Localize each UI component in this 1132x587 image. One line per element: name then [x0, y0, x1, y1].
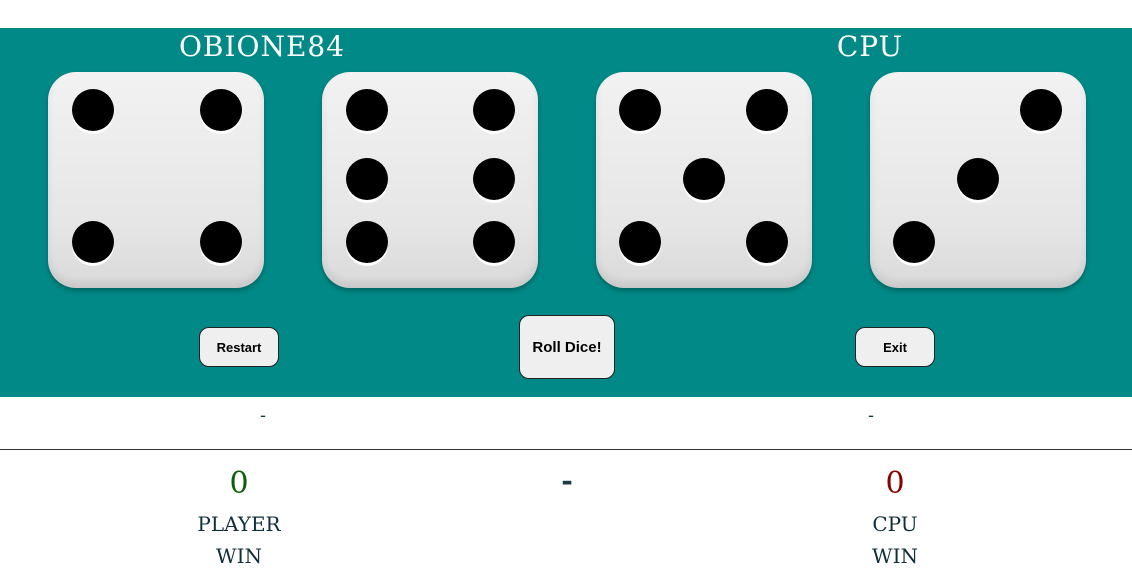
- player-name: OBIONE84: [178, 30, 346, 63]
- player-round-result: -: [259, 405, 267, 426]
- player-die-1: [48, 72, 264, 288]
- die-pip: [346, 221, 388, 263]
- restart-button[interactable]: Restart: [199, 327, 279, 367]
- die-pip: [619, 221, 661, 263]
- cpu-win-label: WIN: [872, 544, 918, 568]
- die-pip: [473, 158, 515, 200]
- die-pip: [200, 221, 242, 263]
- die-pip: [746, 221, 788, 263]
- center-result: -: [561, 464, 573, 497]
- die-pip: [619, 89, 661, 131]
- cpu-round-result: -: [867, 405, 875, 426]
- die-pip: [72, 89, 114, 131]
- die-pip: [893, 221, 935, 263]
- cpu-name: CPU: [836, 30, 904, 63]
- cpu-win-count: 0: [885, 466, 905, 501]
- player-win-label: WIN: [216, 544, 262, 568]
- player-die-2: [322, 72, 538, 288]
- roll-dice-button[interactable]: Roll Dice!: [519, 315, 615, 379]
- cpu-die-2: [870, 72, 1086, 288]
- die-pip: [200, 89, 242, 131]
- die-pip: [473, 221, 515, 263]
- player-label: PLAYER: [197, 512, 281, 536]
- divider: [0, 449, 1132, 450]
- die-pip: [957, 158, 999, 200]
- die-pip: [72, 221, 114, 263]
- die-pip: [683, 158, 725, 200]
- die-pip: [746, 89, 788, 131]
- die-pip: [346, 158, 388, 200]
- cpu-label: CPU: [872, 512, 918, 536]
- die-pip: [1020, 89, 1062, 131]
- player-win-count: 0: [229, 466, 249, 501]
- die-pip: [473, 89, 515, 131]
- cpu-die-1: [596, 72, 812, 288]
- exit-button[interactable]: Exit: [855, 327, 935, 367]
- die-pip: [346, 89, 388, 131]
